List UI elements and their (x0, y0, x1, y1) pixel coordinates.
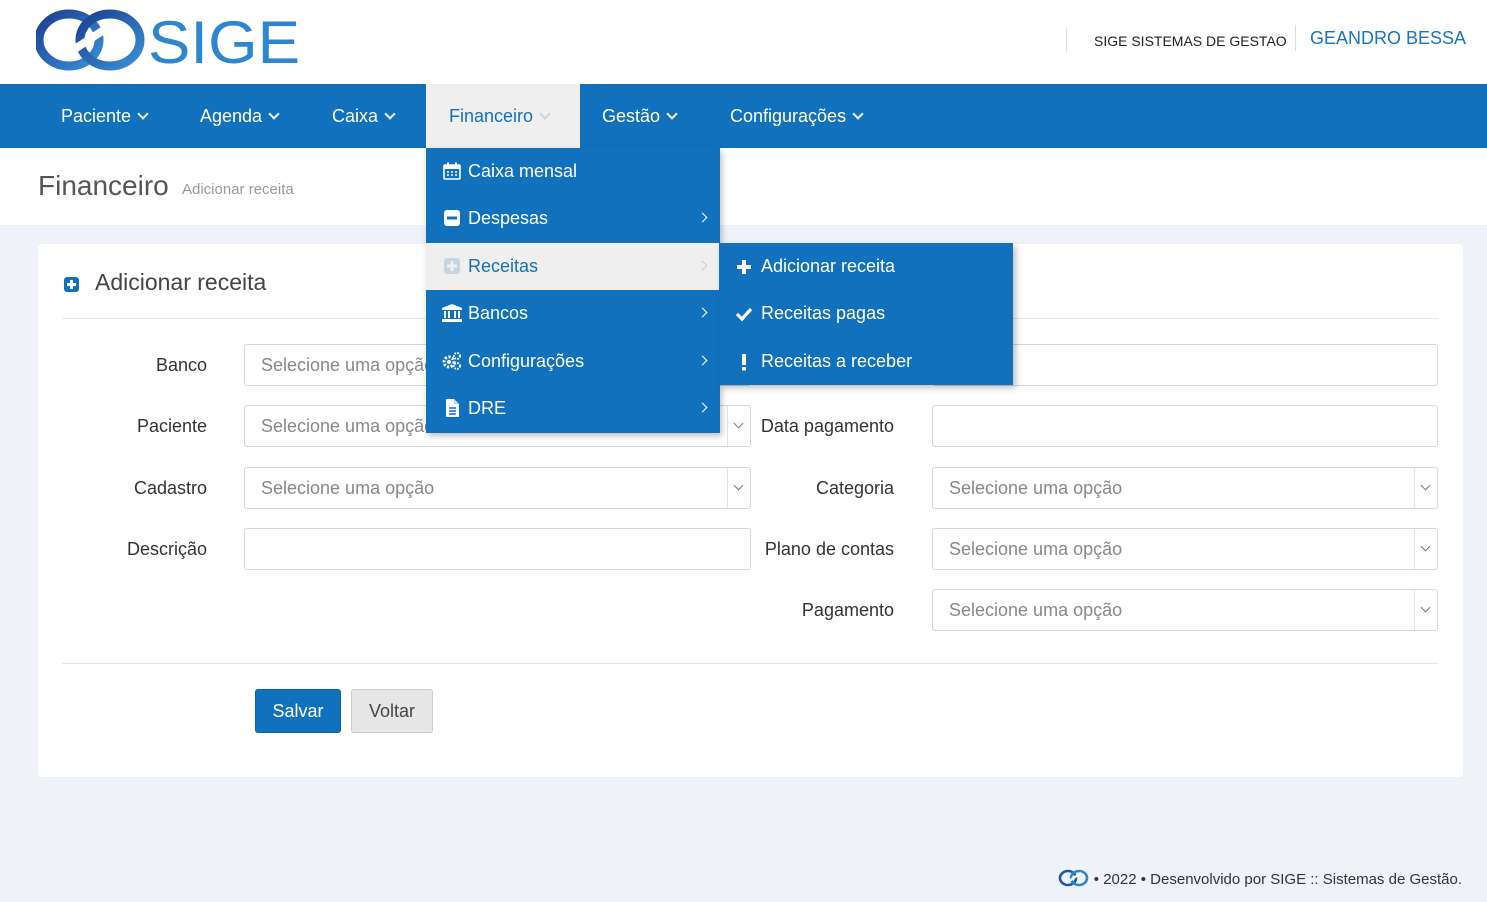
chevron-down-icon (539, 108, 551, 120)
select-placeholder: Selecione uma opção (949, 600, 1123, 620)
sige-logo-small-icon (1058, 869, 1088, 887)
cadastro-label: Cadastro (133, 478, 207, 498)
receitas-submenu: Adicionar receita Receitas pagas Receita… (719, 243, 1013, 385)
logo-text: SIGE (148, 9, 300, 74)
plus-square-icon (444, 258, 460, 274)
banco-label: Banco (155, 355, 207, 375)
menu-item-bancos[interactable]: Bancos (426, 290, 720, 337)
select-placeholder: Selecione uma opção (949, 478, 1123, 498)
minus-square-icon (444, 210, 460, 226)
chevron-down-icon (1414, 590, 1437, 630)
financeiro-dropdown: Caixa mensal Despesas Receitas Bancos Co… (426, 148, 720, 433)
company-name: SIGE SISTEMAS DE GESTAO (1066, 28, 1287, 52)
footer: • 2022 • Desenvolvido por SIGE :: Sistem… (1058, 869, 1462, 889)
menu-item-label: Bancos (468, 303, 529, 323)
cadastro-select[interactable]: Selecione uma opção (244, 467, 751, 509)
file-icon (446, 399, 459, 417)
page-header: Financeiro Adicionar receita (0, 148, 1487, 225)
divider (62, 663, 1438, 664)
calendar-icon (443, 162, 461, 180)
menu-item-label: DRE (468, 398, 507, 418)
menu-item-despesas[interactable]: Despesas (426, 195, 720, 242)
select-placeholder: Selecione uma opção (261, 478, 435, 498)
data-pagamento-input[interactable] (932, 405, 1438, 447)
descricao-label: Descrição (126, 539, 207, 559)
paciente-label: Paciente (136, 416, 207, 436)
submenu-item-label: Adicionar receita (761, 256, 896, 276)
nav-financeiro[interactable]: Financeiro (426, 84, 580, 148)
chevron-down-icon (666, 108, 678, 120)
chevron-right-icon (697, 402, 708, 413)
nav-caixa[interactable]: Caixa (309, 84, 417, 148)
header: SIGE SIGE SISTEMAS DE GESTAO GEANDRO BES… (0, 0, 1487, 84)
select-placeholder: Selecione uma opção (949, 539, 1123, 559)
page-title: Financeiro (38, 170, 169, 201)
submenu-item-label: Receitas a receber (761, 351, 913, 371)
chevron-right-icon (697, 355, 708, 366)
submenu-item-receitas-a-receber[interactable]: Receitas a receber (719, 338, 1013, 385)
sige-logo-icon: SIGE (34, 9, 300, 76)
menu-item-configuracoes[interactable]: Configurações (426, 338, 720, 385)
chevron-right-icon (697, 307, 708, 318)
check-icon (735, 307, 753, 322)
nav-agenda[interactable]: Agenda (177, 84, 301, 148)
data-pagamento-label: Data pagamento (760, 416, 894, 436)
menu-item-label: Configurações (468, 351, 585, 371)
chevron-right-icon (697, 260, 708, 271)
nav-label: Financeiro (449, 106, 534, 126)
nav-paciente[interactable]: Paciente (37, 84, 171, 148)
chevron-down-icon (1414, 529, 1437, 569)
select-placeholder: Selecione uma opção (261, 416, 435, 436)
bank-icon (442, 304, 462, 322)
page-subtitle: Adicionar receita (182, 181, 294, 198)
categoria-label: Categoria (815, 478, 894, 498)
main-navbar: Paciente Agenda Caixa Financeiro Gestão … (0, 84, 1487, 148)
menu-item-receitas[interactable]: Receitas (426, 243, 720, 290)
chevron-down-icon (852, 108, 864, 120)
menu-item-label: Despesas (468, 208, 549, 228)
submenu-item-label: Receitas pagas (761, 303, 886, 323)
nav-gestao[interactable]: Gestão (580, 84, 698, 148)
select-placeholder: Selecione uma opção (261, 355, 435, 375)
save-button[interactable]: Salvar (255, 689, 341, 733)
menu-item-caixa-mensal[interactable]: Caixa mensal (426, 148, 720, 195)
chevron-down-icon (384, 108, 396, 120)
pagamento-label: Pagamento (801, 600, 894, 620)
plus-square-icon (64, 277, 79, 292)
chevron-down-icon (268, 108, 280, 120)
card-title: Adicionar receita (95, 269, 267, 295)
nav-label: Configurações (730, 106, 847, 126)
user-menu[interactable]: GEANDRO BESSA (1295, 25, 1466, 51)
exclamation-icon (742, 354, 746, 371)
back-button[interactable]: Voltar (351, 689, 433, 733)
menu-item-label: Receitas (468, 256, 539, 276)
nav-label: Agenda (200, 106, 263, 126)
menu-item-label: Caixa mensal (468, 161, 578, 181)
sige-logo[interactable]: SIGE (34, 8, 306, 76)
submenu-item-receitas-pagas[interactable]: Receitas pagas (719, 290, 1013, 337)
pagamento-select[interactable]: Selecione uma opção (932, 589, 1438, 631)
plano-contas-select[interactable]: Selecione uma opção (932, 528, 1438, 570)
nav-label: Caixa (332, 106, 379, 126)
chevron-down-icon (1414, 468, 1437, 508)
nav-configuracoes[interactable]: Configurações (707, 84, 885, 148)
categoria-select[interactable]: Selecione uma opção (932, 467, 1438, 509)
nav-label: Paciente (61, 106, 132, 126)
plano-contas-label: Plano de contas (764, 539, 894, 559)
descricao-input[interactable] (244, 528, 751, 570)
cogs-icon (442, 352, 461, 370)
chevron-right-icon (697, 212, 708, 223)
nav-label: Gestão (602, 106, 661, 126)
chevron-down-icon (137, 108, 149, 120)
footer-text: • 2022 • Desenvolvido por SIGE :: Sistem… (1093, 871, 1462, 888)
menu-item-dre[interactable]: DRE (426, 385, 720, 432)
plus-icon (737, 260, 751, 274)
submenu-item-adicionar-receita[interactable]: Adicionar receita (719, 243, 1013, 290)
